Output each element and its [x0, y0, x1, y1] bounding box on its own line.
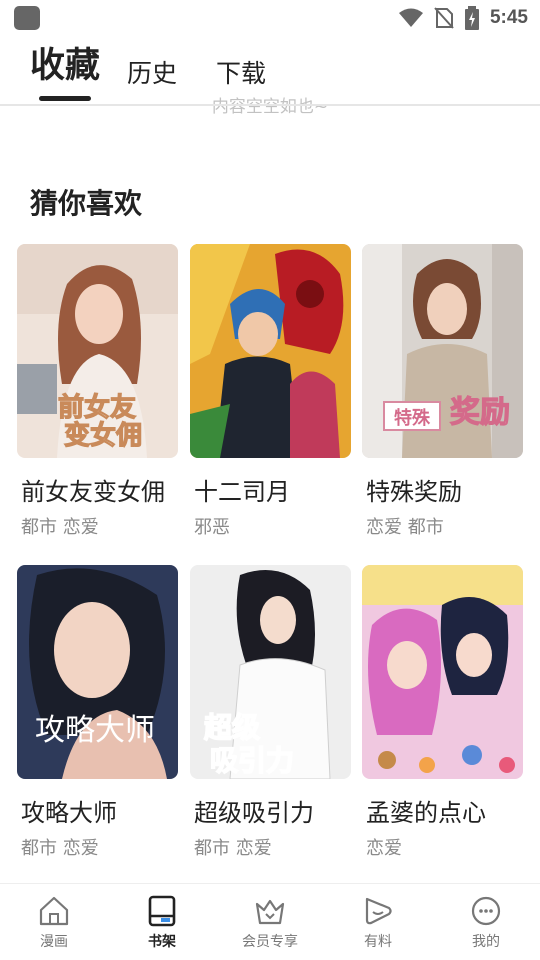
svg-text:超级: 超级 [204, 711, 260, 744]
nav-item-bookshelf[interactable]: 书架 [108, 884, 216, 960]
wifi-icon [398, 8, 423, 27]
header-divider [0, 104, 540, 106]
comic-tags: 都市 恋爱 [194, 838, 272, 859]
nav-label: 书架 [148, 934, 176, 950]
svg-text:变女佣: 变女佣 [64, 420, 142, 451]
nav-item-profile[interactable]: 我的 [432, 884, 540, 960]
comic-card[interactable]: 超级 吸引力 超级吸引力 都市 恋爱 [190, 565, 351, 860]
comic-card[interactable]: 十二司月 邪恶 [190, 244, 351, 539]
nav-label: 有料 [364, 934, 392, 950]
tab-favorites[interactable]: 收藏 [30, 37, 100, 88]
comic-tags: 都市 恋爱 [21, 517, 99, 538]
comic-title: 攻略大师 [21, 799, 117, 827]
section-title: 猜你喜欢 [30, 187, 143, 220]
comic-cover[interactable]: 超级 吸引力 [190, 565, 351, 779]
comic-cover[interactable] [190, 244, 351, 458]
comic-card[interactable]: 攻略大师 攻略大师 都市 恋爱 [17, 565, 178, 860]
nav-item-comics[interactable]: 漫画 [0, 884, 108, 960]
comic-title: 孟婆的点心 [366, 799, 486, 827]
battery-icon [464, 6, 479, 30]
tab-downloads[interactable]: 下载 [216, 54, 266, 90]
svg-text:特殊: 特殊 [394, 407, 431, 429]
tab-history[interactable]: 历史 [127, 54, 177, 90]
nav-item-vip[interactable]: 会员专享 [216, 884, 324, 960]
svg-text:前女友: 前女友 [58, 392, 136, 423]
nav-item-feed[interactable]: 有料 [324, 884, 432, 960]
nav-label: 漫画 [40, 934, 68, 950]
status-icons: 5:45 [398, 6, 528, 30]
comic-card[interactable]: 孟婆的点心 恋爱 [362, 565, 523, 860]
comic-title: 十二司月 [194, 478, 290, 506]
comic-cover[interactable]: 前女友 变女佣 [17, 244, 178, 458]
nav-label: 我的 [472, 934, 500, 950]
comic-title: 超级吸引力 [194, 799, 314, 827]
bottom-nav: 漫画 书架 会员专享 有料 我的 [0, 883, 540, 960]
clock: 5:45 [489, 7, 528, 28]
comic-tags: 恋爱 [366, 838, 402, 859]
svg-text:吸引力: 吸引力 [210, 744, 294, 777]
svg-text:攻略大师: 攻略大师 [35, 713, 155, 748]
comic-cover[interactable] [362, 565, 523, 779]
smiley-icon [471, 896, 501, 926]
svg-text:奖励: 奖励 [450, 395, 510, 430]
comic-card[interactable]: 特殊 奖励 特殊奖励 恋爱 都市 [362, 244, 523, 539]
comic-tags: 邪恶 [194, 517, 230, 538]
comic-tags: 都市 恋爱 [21, 838, 99, 859]
crown-icon [255, 899, 285, 925]
no-sim-icon [434, 7, 454, 29]
app-notification-icon [14, 6, 40, 30]
comic-title: 特殊奖励 [366, 478, 462, 506]
comic-card[interactable]: 前女友 变女佣 前女友变女佣 都市 恋爱 [17, 244, 178, 539]
comic-cover[interactable]: 攻略大师 [17, 565, 178, 779]
nav-label: 会员专享 [242, 934, 298, 950]
bookshelf-icon [148, 895, 176, 927]
comic-tags: 恋爱 都市 [366, 517, 444, 538]
play-icon [365, 897, 392, 925]
home-icon [39, 896, 69, 926]
status-bar: 5:45 [0, 0, 540, 36]
comic-title: 前女友变女佣 [21, 478, 165, 506]
comic-cover[interactable]: 特殊 奖励 [362, 244, 523, 458]
